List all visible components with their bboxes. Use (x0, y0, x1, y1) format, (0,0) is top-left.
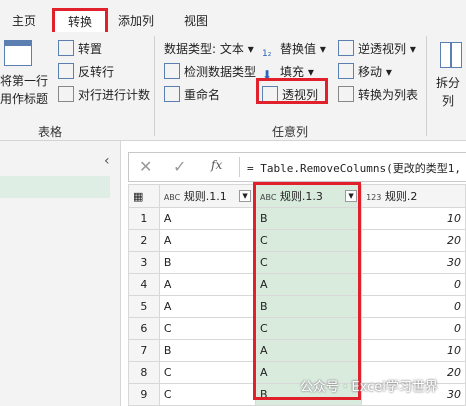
cell-rule-1-1[interactable]: A (158, 229, 257, 252)
group-separator (154, 36, 155, 136)
cell-rule-1-1[interactable]: A (158, 207, 257, 230)
formula-bar: ✕ ✓ fx = Table.RemoveColumns(更改的类型1, (128, 152, 466, 182)
rename-label: 重命名 (184, 88, 221, 102)
convert-to-list-icon (338, 86, 354, 102)
table-group-label: 表格 (38, 125, 63, 139)
reverse-rows-label: 反转行 (78, 65, 115, 79)
cell-rule-2[interactable]: 0 (361, 295, 466, 318)
column-name: 规则.1.1 (183, 190, 227, 203)
unpivot-label: 逆透视列 (358, 42, 407, 56)
row-number[interactable]: 5 (128, 295, 160, 318)
move-icon (338, 63, 354, 79)
cell-rule-2[interactable]: 30 (361, 251, 466, 274)
fx-label: fx (211, 158, 223, 172)
row-number[interactable]: 4 (128, 273, 160, 296)
count-rows-icon (58, 86, 74, 102)
cell-rule-2[interactable]: 10 (361, 207, 466, 230)
convert-to-list-button[interactable]: 转换为列表 (338, 86, 418, 104)
count-rows-button[interactable]: 对行进行计数 (58, 86, 150, 104)
confirm-icon[interactable]: ✓ (173, 157, 186, 176)
tab-home[interactable]: 主页 (12, 11, 36, 31)
number-type-icon: 123 (366, 193, 382, 202)
cell-rule-1-1[interactable]: A (158, 273, 257, 296)
reverse-rows-icon (58, 63, 74, 79)
cell-rule-2[interactable]: 20 (361, 229, 466, 252)
move-label: 移动 (358, 65, 383, 79)
cell-rule-2[interactable]: 0 (361, 317, 466, 340)
unpivot-icon (338, 40, 354, 56)
row-number[interactable]: 1 (128, 207, 160, 230)
row-number[interactable]: 7 (128, 339, 160, 362)
pivot-highlight-box (256, 78, 328, 104)
cell-rule-1-1[interactable]: B (158, 251, 257, 274)
use-first-row-as-headers-line2[interactable]: 用作标题 (0, 90, 48, 108)
table-icon (4, 40, 32, 66)
cell-rule-2[interactable]: 10 (361, 339, 466, 362)
detect-type-label: 检测数据类型 (184, 65, 257, 79)
rename-icon (164, 86, 180, 102)
cell-rule-1-1[interactable]: C (158, 317, 257, 340)
use-first-row-as-headers-line1[interactable]: 将第一行 (0, 72, 48, 90)
row-number[interactable]: 9 (128, 383, 160, 406)
any-column-group-label: 任意列 (272, 125, 309, 139)
cell-rule-1-1[interactable]: B (158, 339, 257, 362)
replace-values-icon: 1₂ (262, 49, 272, 59)
watermark: 公众号 · Excel学习世界 (300, 380, 438, 395)
split-column-line2[interactable]: 列 (442, 92, 454, 110)
filter-dropdown-icon[interactable]: ▼ (239, 190, 252, 202)
row-number[interactable]: 2 (128, 229, 160, 252)
selected-column-highlight-box (253, 182, 361, 400)
split-column-icon (440, 42, 462, 68)
tab-add-column[interactable]: 添加列 (118, 11, 154, 31)
cancel-icon[interactable]: ✕ (139, 157, 152, 176)
transpose-icon (58, 40, 74, 56)
formula-input[interactable]: = Table.RemoveColumns(更改的类型1, (247, 160, 461, 176)
column-name: 规则.2 (384, 190, 418, 203)
select-all-corner[interactable]: ▦ (128, 184, 160, 208)
ribbon: 将第一行 用作标题 转置 反转行 对行进行计数 表格 数据类型: 文本 ▾ 检测… (0, 32, 466, 141)
replace-values-button[interactable]: 1₂ 替换值 ▾ (262, 40, 326, 59)
data-type-label: 数据类型: 文本 (164, 42, 244, 56)
column-header-rule-2[interactable]: 123 规则.2 (361, 184, 466, 208)
unpivot-columns-button[interactable]: 逆透视列 ▾ (338, 40, 416, 58)
detect-type-button[interactable]: 检测数据类型 (164, 63, 256, 81)
chevron-down-icon: ▾ (319, 42, 326, 56)
cell-rule-1-1[interactable]: C (158, 383, 257, 406)
chevron-down-icon: ▾ (409, 42, 416, 56)
split-column-line1[interactable]: 拆分 (436, 74, 460, 92)
group-separator (426, 36, 427, 136)
cell-rule-1-1[interactable]: C (158, 361, 257, 384)
text-type-icon: ABC (163, 193, 181, 202)
count-rows-label: 对行进行计数 (78, 88, 151, 102)
column-header-rule-1-1[interactable]: ABC 规则.1.1 ▼ (158, 184, 257, 208)
table-icon: ▦ (133, 189, 144, 203)
chevron-down-icon: ▾ (247, 42, 254, 56)
row-number[interactable]: 3 (128, 251, 160, 274)
rename-button[interactable]: 重命名 (164, 86, 220, 104)
selected-query-item[interactable] (0, 176, 110, 198)
title-bar (0, 0, 466, 8)
transpose-label: 转置 (78, 42, 103, 56)
chevron-down-icon: ▾ (385, 65, 392, 79)
collapse-pane-icon[interactable]: ‹ (104, 153, 110, 169)
chevron-down-icon: ▾ (307, 65, 314, 79)
convert-to-list-label: 转换为列表 (358, 88, 419, 102)
reverse-rows-button[interactable]: 反转行 (58, 63, 114, 81)
detect-type-icon (164, 63, 180, 79)
row-number[interactable]: 6 (128, 317, 160, 340)
cell-rule-2[interactable]: 0 (361, 273, 466, 296)
formula-divider (239, 157, 240, 177)
transpose-button[interactable]: 转置 (58, 40, 102, 58)
replace-values-label: 替换值 (280, 42, 317, 56)
data-type-dropdown[interactable]: 数据类型: 文本 ▾ (164, 40, 254, 58)
tab-view[interactable]: 视图 (184, 11, 208, 31)
move-button[interactable]: 移动 ▾ (338, 63, 392, 81)
row-number[interactable]: 8 (128, 361, 160, 384)
cell-rule-1-1[interactable]: A (158, 295, 257, 318)
fill-label: 填充 (280, 65, 305, 79)
ribbon-tabs: 主页 转换 添加列 视图 (0, 8, 466, 36)
